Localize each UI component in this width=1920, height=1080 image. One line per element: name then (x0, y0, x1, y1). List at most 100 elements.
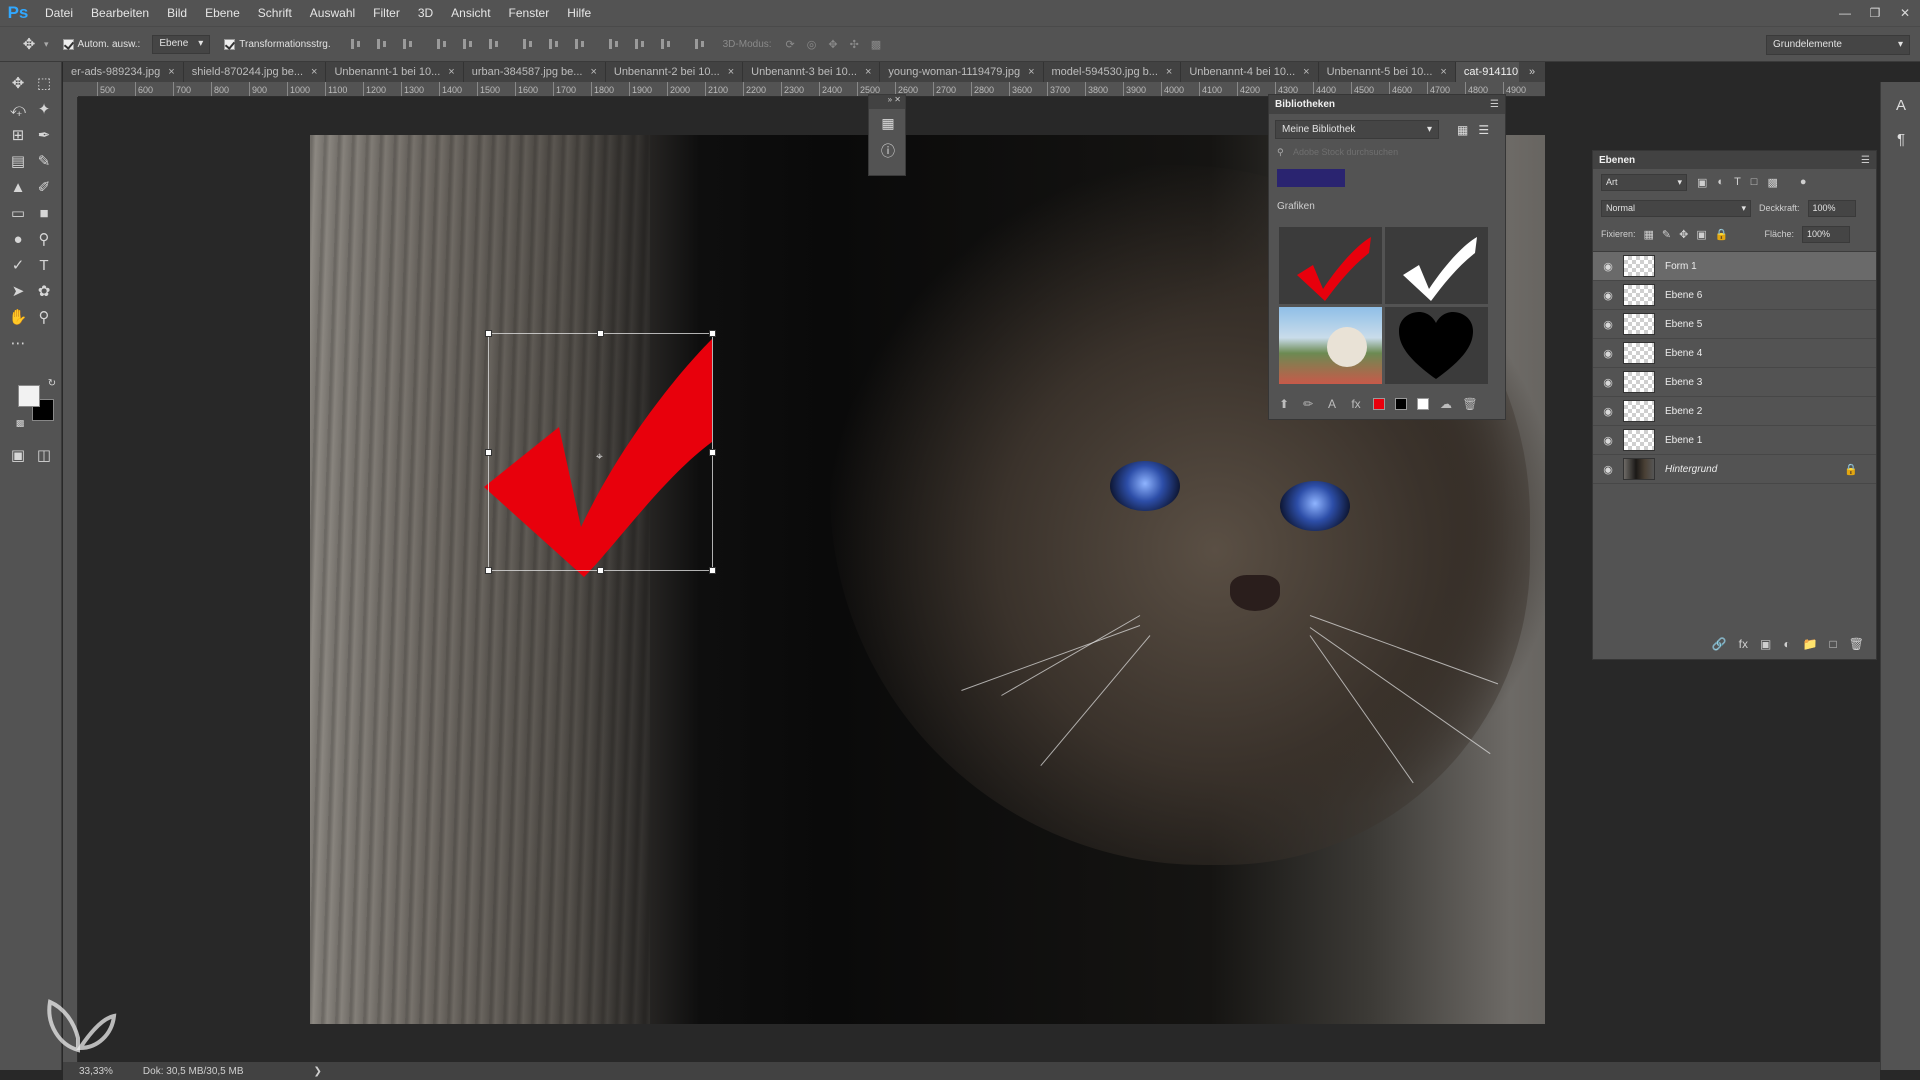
pen-tool-icon[interactable]: ✓ (6, 254, 30, 276)
3d-roll-icon[interactable]: ◎ (807, 38, 817, 51)
close-tab-icon[interactable]: × (448, 62, 454, 82)
layer-row[interactable]: ◉ Ebene 4 (1593, 339, 1876, 368)
fill-field[interactable]: 100% (1801, 225, 1850, 243)
custom-shape-tool-icon[interactable]: ✿ (32, 280, 56, 302)
red-color-icon[interactable] (1373, 398, 1385, 410)
close-tab-icon[interactable]: × (1028, 62, 1034, 82)
blend-mode-dropdown[interactable]: Normal ▾ (1601, 199, 1751, 217)
adjustment-layer-icon[interactable]: ◐ (1783, 637, 1790, 651)
layer-row[interactable]: ◉ Hintergrund 🔒 (1593, 455, 1876, 484)
swap-colors-icon[interactable]: ↻ (40, 372, 64, 394)
panel-menu-icon[interactable]: ☰ (1490, 99, 1499, 110)
new-group-icon[interactable]: 📁 (1803, 637, 1818, 651)
document-tab[interactable]: shield-870244.jpg be... × (184, 62, 327, 82)
layer-row[interactable]: ◉ Form 1 (1593, 252, 1876, 281)
visibility-eye-icon[interactable]: ◉ (1593, 318, 1623, 331)
menu-fenster[interactable]: Fenster (500, 0, 559, 26)
menu-bearbeiten[interactable]: Bearbeiten (82, 0, 158, 26)
opacity-field[interactable]: 100% (1807, 199, 1856, 217)
menu-ebene[interactable]: Ebene (196, 0, 249, 26)
zoom-tool-icon[interactable]: ⚲ (32, 306, 56, 328)
white-color-icon[interactable] (1417, 398, 1429, 410)
close-tab-icon[interactable]: × (865, 62, 871, 82)
document-tab[interactable]: Unbenannt-3 bei 10... × (743, 62, 881, 82)
black-color-icon[interactable] (1395, 398, 1407, 410)
layers-panel-title[interactable]: Ebenen (1599, 155, 1635, 166)
visibility-eye-icon[interactable]: ◉ (1593, 289, 1623, 302)
upload-icon[interactable]: ⬆ (1277, 397, 1291, 411)
lock-all-icon[interactable]: 🔒 (1715, 228, 1729, 241)
restore-icon[interactable]: ❐ (1860, 0, 1890, 26)
auto-select-dropdown[interactable]: Ebene ▾ (152, 34, 211, 54)
document-tab[interactable]: young-woman-1119479.jpg × (880, 62, 1044, 82)
lock-transparency-icon[interactable]: ▦ (1644, 228, 1654, 241)
menu-auswahl[interactable]: Auswahl (301, 0, 364, 26)
document-tab[interactable]: Unbenannt-1 bei 10... × (326, 62, 464, 82)
move-tool-icon[interactable]: ✥ (6, 72, 30, 94)
lock-position-icon[interactable]: ✥ (1679, 228, 1688, 241)
eyedropper-tool-icon[interactable]: ✒ (32, 124, 56, 146)
transform-handle-bottom-left[interactable] (485, 567, 492, 574)
close-tab-icon[interactable]: × (1303, 62, 1309, 82)
lasso-tool-icon[interactable]: ⤽ (6, 98, 30, 120)
transform-center-point-icon[interactable]: ⌖ (596, 449, 603, 464)
visibility-eye-icon[interactable]: ◉ (1593, 463, 1623, 476)
screen-mode-icon[interactable]: ◫ (32, 444, 56, 466)
tool-preset-chevron-icon[interactable]: ▾ (44, 39, 49, 50)
transform-handle-right[interactable] (709, 449, 716, 456)
filter-adjustment-icon[interactable]: ◐ (1717, 176, 1724, 188)
default-colors-icon[interactable]: ▩ (8, 412, 32, 434)
paragraph-panel-icon[interactable]: ¶ (1881, 122, 1920, 156)
eraser-tool-icon[interactable]: ▭ (6, 202, 30, 224)
link-layers-icon[interactable]: 🔗 (1712, 637, 1727, 651)
trash-icon[interactable]: 🗑 (1462, 397, 1477, 411)
panel-menu-icon[interactable]: ☰ (1861, 155, 1870, 166)
align-right-icon[interactable] (487, 37, 501, 51)
visibility-eye-icon[interactable]: ◉ (1593, 405, 1623, 418)
libraries-panel-icon[interactable]: ▦ (869, 109, 907, 137)
filter-pixel-icon[interactable]: ▣ (1697, 176, 1707, 189)
visibility-eye-icon[interactable]: ◉ (1593, 376, 1623, 389)
library-dropdown[interactable]: Meine Bibliothek ▾ (1275, 120, 1439, 139)
stock-search-input[interactable]: ⚲ Adobe Stock durchsuchen (1275, 147, 1497, 163)
character-style-icon[interactable]: A (1325, 397, 1339, 411)
transform-handle-top-right[interactable] (709, 330, 716, 337)
document-tab[interactable]: Unbenannt-4 bei 10... × (1181, 62, 1319, 82)
transform-handle-top-left[interactable] (485, 330, 492, 337)
3d-slide-icon[interactable]: ✣ (850, 38, 859, 51)
layer-mask-icon[interactable]: ▣ (1760, 637, 1771, 651)
visibility-eye-icon[interactable]: ◉ (1593, 260, 1623, 273)
path-selection-tool-icon[interactable]: ➤ (6, 280, 30, 302)
document-tab[interactable]: er-ads-989234.jpg × (63, 62, 184, 82)
layer-row[interactable]: ◉ Ebene 6 (1593, 281, 1876, 310)
visibility-eye-icon[interactable]: ◉ (1593, 347, 1623, 360)
close-tab-icon[interactable]: × (168, 62, 174, 82)
clone-stamp-tool-icon[interactable]: ▲ (6, 176, 30, 198)
transform-handle-left[interactable] (485, 449, 492, 456)
healing-brush-tool-icon[interactable]: ▤ (6, 150, 30, 172)
menu-ansicht[interactable]: Ansicht (442, 0, 499, 26)
document-tab[interactable]: Unbenannt-5 bei 10... × (1319, 62, 1456, 82)
filter-toggle-icon[interactable]: ● (1800, 176, 1807, 188)
history-brush-tool-icon[interactable]: ✐ (32, 176, 56, 198)
layer-style-icon[interactable]: fx (1739, 637, 1748, 651)
transform-handle-bottom-right[interactable] (709, 567, 716, 574)
character-panel-icon[interactable]: A (1881, 88, 1920, 122)
tabs-overflow-icon[interactable]: » (1519, 62, 1545, 82)
auto-align-icon[interactable] (693, 37, 707, 51)
distribute-right-icon[interactable] (659, 37, 673, 51)
3d-pan-icon[interactable]: ✥ (828, 38, 837, 51)
trash-icon[interactable]: 🗑 (1849, 637, 1864, 651)
workspace-dropdown[interactable]: Grundelemente ▾ (1766, 35, 1910, 55)
cloud-sync-icon[interactable]: ☁ (1439, 397, 1453, 411)
menu-filter[interactable]: Filter (364, 0, 409, 26)
graphic-dog-in-car-photo[interactable] (1279, 307, 1382, 384)
layer-kind-filter[interactable]: Art ▾ (1601, 173, 1687, 191)
status-menu-chevron-icon[interactable]: ❯ (314, 1066, 322, 1077)
collapse-panel-icon[interactable]: » ✕ (869, 95, 905, 109)
foreground-color-swatch-top[interactable] (18, 385, 40, 407)
align-vertical-center-icon[interactable] (375, 37, 389, 51)
list-view-icon[interactable]: ☰ (1478, 123, 1489, 137)
filter-shape-icon[interactable]: □ (1751, 176, 1758, 188)
move-tool-icon[interactable]: ✥ (14, 33, 44, 55)
